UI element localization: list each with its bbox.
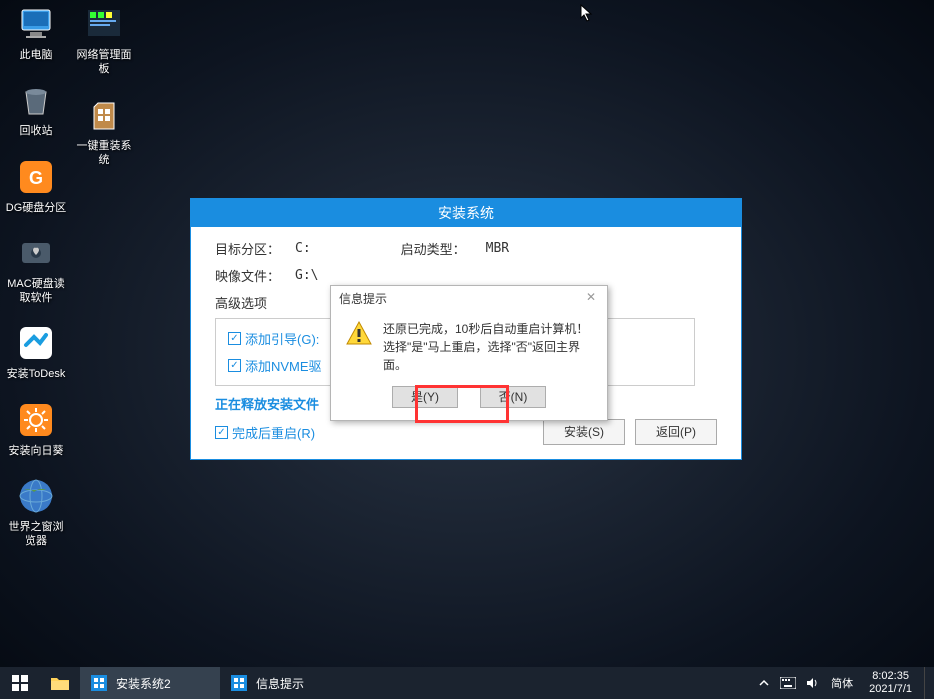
target-partition-label: 目标分区：: [215, 239, 295, 258]
time: 8:02:35: [869, 670, 912, 683]
icon-label: MAC硬盘读取软件: [4, 277, 68, 306]
start-button[interactable]: [0, 667, 40, 699]
restart-after-checkbox[interactable]: ✓ 完成后重启(R): [215, 423, 315, 442]
taskbar-item-install[interactable]: 安装系统2: [80, 667, 220, 699]
todesk-icon[interactable]: 安装ToDesk: [4, 323, 68, 381]
icon-label: 安装向日葵: [4, 444, 68, 458]
date: 2021/7/1: [869, 683, 912, 696]
task-label: 安装系统2: [116, 675, 171, 692]
warning-icon: [345, 320, 373, 348]
install-button[interactable]: 安装(S): [543, 419, 625, 445]
checkbox-label: 添加引导(G):: [245, 329, 319, 348]
icon-label: 回收站: [4, 124, 68, 138]
check-icon: ✓: [228, 332, 241, 345]
show-desktop-button[interactable]: [924, 667, 930, 699]
image-file-value: G:\: [295, 268, 318, 283]
reinstall-system-icon[interactable]: 一键重装系统: [72, 95, 136, 168]
dialog-message: 还原已完成，10秒后自动重启计算机！ 选择"是"马上重启，选择"否"返回主界面。: [383, 320, 593, 374]
app-icon: [230, 674, 248, 692]
app-icon: [90, 674, 108, 692]
desktop-icons-col1: 此电脑 回收站 G DG硬盘分区 MAC硬盘读取软件 安装ToDesk 安装向日…: [4, 4, 68, 567]
icon-label: 世界之窗浏览器: [4, 520, 68, 549]
check-icon: ✓: [228, 359, 241, 372]
yes-button[interactable]: 是(Y): [392, 386, 458, 408]
dialog-line2: 选择"是"马上重启，选择"否"返回主界面。: [383, 338, 593, 374]
boot-type-label: 启动类型：: [401, 239, 486, 258]
target-partition-value: C:: [295, 241, 311, 256]
dg-disk-icon[interactable]: G DG硬盘分区: [4, 157, 68, 215]
clock[interactable]: 8:02:35 2021/7/1: [863, 670, 918, 696]
checkbox-label: 添加NVME驱: [245, 356, 322, 375]
sunflower-icon[interactable]: 安装向日葵: [4, 400, 68, 458]
this-pc-icon[interactable]: 此电脑: [4, 4, 68, 62]
network-panel-icon[interactable]: 网络管理面板: [72, 4, 136, 77]
ime-indicator[interactable]: 简体: [827, 675, 857, 691]
task-label: 信息提示: [256, 675, 304, 692]
back-button[interactable]: 返回(P): [635, 419, 717, 445]
icon-label: DG硬盘分区: [4, 201, 68, 215]
theworld-browser-icon[interactable]: 世界之窗浏览器: [4, 476, 68, 549]
dialog-title: 信息提示: [339, 290, 387, 307]
taskbar-explorer-icon[interactable]: [40, 667, 80, 699]
system-tray: 简体 8:02:35 2021/7/1: [755, 667, 934, 699]
check-icon: ✓: [215, 426, 228, 439]
install-title: 安装系统: [191, 199, 741, 227]
icon-label: 安装ToDesk: [4, 367, 68, 381]
tray-volume-icon[interactable]: [803, 674, 821, 692]
image-file-label: 映像文件：: [215, 266, 295, 285]
checkbox-label: 完成后重启(R): [232, 423, 315, 442]
icon-label: 此电脑: [4, 48, 68, 62]
dialog-titlebar[interactable]: 信息提示 ✕: [331, 286, 607, 310]
desktop-icons-col2: 网络管理面板 一键重装系统: [72, 4, 136, 185]
dialog-line1: 还原已完成，10秒后自动重启计算机！: [383, 320, 593, 338]
tray-keyboard-icon[interactable]: [779, 674, 797, 692]
boot-type-value: MBR: [486, 241, 509, 256]
no-button[interactable]: 否(N): [480, 386, 546, 408]
info-dialog: 信息提示 ✕ 还原已完成，10秒后自动重启计算机！ 选择"是"马上重启，选择"否…: [330, 285, 608, 421]
icon-label: 一键重装系统: [72, 139, 136, 168]
taskbar-item-dialog[interactable]: 信息提示: [220, 667, 360, 699]
icon-label: 网络管理面板: [72, 48, 136, 77]
close-icon[interactable]: ✕: [583, 290, 599, 306]
tray-chevron-icon[interactable]: [755, 674, 773, 692]
taskbar: 安装系统2 信息提示 简体 8:02:35 2021/7/1: [0, 667, 934, 699]
recycle-bin-icon[interactable]: 回收站: [4, 80, 68, 138]
svg-text:G: G: [29, 168, 43, 188]
mac-disk-icon[interactable]: MAC硬盘读取软件: [4, 233, 68, 306]
